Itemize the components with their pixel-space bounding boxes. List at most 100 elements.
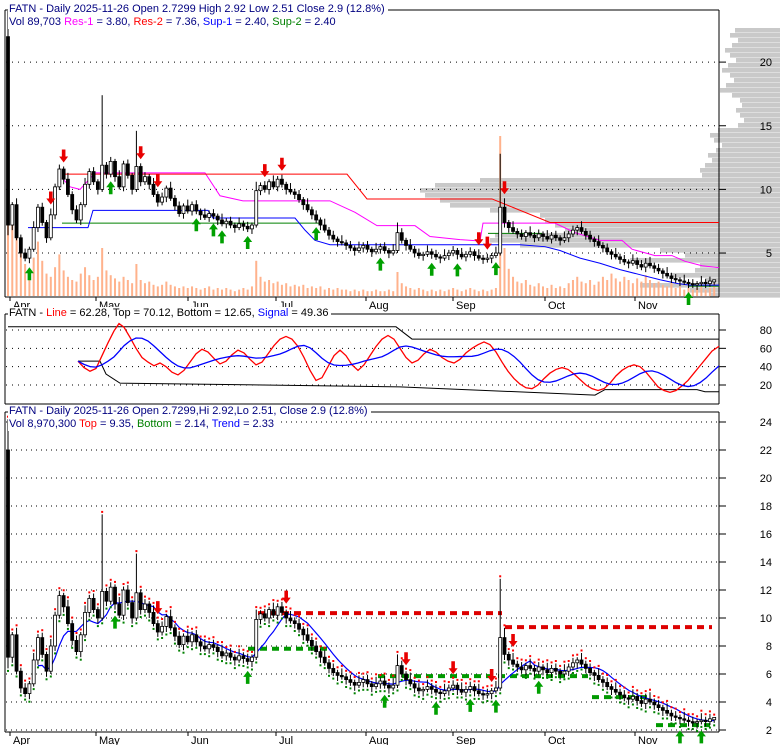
band-panel-title: FATN - Daily 2025-11-26 Open 2.7299,Hi 2… <box>8 405 371 431</box>
buy-arrow-icon <box>684 292 694 306</box>
svg-text:16: 16 <box>760 529 772 541</box>
svg-text:4: 4 <box>766 697 772 709</box>
legend-part: Res-2 <box>133 16 163 28</box>
price-panel-title-line1: FATN - Daily 2025-11-26 Open 2.7299 High… <box>8 3 388 16</box>
legend-part: = 7.36, <box>162 16 203 28</box>
buy-arrow-icon <box>380 694 390 708</box>
y-axis-labels: 80 60 40 20 <box>719 325 772 392</box>
candlestick-series <box>6 11 717 290</box>
legend-part: FATN - <box>9 307 47 319</box>
sell-arrow-icon <box>281 590 291 604</box>
band-chart[interactable]: 24 22 20 18 16 14 12 10 8 6 4 2 Apr May Jun Jul Aug Sep Oc… <box>0 408 780 745</box>
band-panel-legend: Vol 8,970,300 Top = 9.35, Bottom = 2.14,… <box>8 418 277 431</box>
svg-text:Oct: Oct <box>548 300 565 312</box>
buy-arrow-icon <box>106 181 116 195</box>
band-lines <box>248 611 712 728</box>
svg-text:May: May <box>99 735 120 745</box>
candlestick-series <box>6 415 717 733</box>
svg-text:60: 60 <box>760 343 772 355</box>
sell-arrow-icon <box>59 149 69 163</box>
buy-arrow-icon <box>534 680 544 694</box>
legend-part: = 2.14, <box>171 418 212 430</box>
svg-text:20: 20 <box>760 380 772 392</box>
svg-text:14: 14 <box>760 557 772 569</box>
svg-text:18: 18 <box>760 501 772 513</box>
charting-workspace: FATN - Daily 2025-11-26 Open 2.7299 High… <box>0 0 780 745</box>
svg-text:Jun: Jun <box>191 735 209 745</box>
svg-text:12: 12 <box>760 585 772 597</box>
buy-arrow-icon <box>191 218 201 232</box>
sell-arrow-icon <box>401 652 411 666</box>
buy-arrow-icon <box>24 267 34 281</box>
volume-profile <box>420 28 780 298</box>
legend-part: Sup-1 <box>202 16 233 28</box>
svg-text:20: 20 <box>760 57 772 69</box>
legend-part: Top <box>79 418 97 430</box>
svg-text:Nov: Nov <box>638 300 658 312</box>
svg-text:Sep: Sep <box>456 735 476 745</box>
svg-text:2: 2 <box>766 725 772 737</box>
svg-text:22: 22 <box>760 445 772 457</box>
buy-arrow-icon <box>491 699 501 713</box>
legend-part: Line <box>46 307 67 319</box>
oscillator-lines <box>8 322 720 396</box>
sell-arrow-icon <box>474 232 484 246</box>
legend-part: = 3.80, <box>93 16 134 28</box>
legend-part: = 62.28, Top = 70.12, Bottom = 12.65, <box>66 307 258 319</box>
buy-arrow-icon <box>243 236 253 250</box>
price-panel-legend: Vol 89,703 Res-1 = 3.80, Res-2 = 7.36, S… <box>8 16 339 29</box>
svg-text:Aug: Aug <box>369 300 389 312</box>
legend-part: Signal <box>257 307 289 319</box>
legend-part: = 2.40, <box>232 16 273 28</box>
buy-arrow-icon <box>243 670 253 684</box>
svg-text:15: 15 <box>760 121 772 133</box>
band-panel-title-line1: FATN - Daily 2025-11-26 Open 2.7299,Hi 2… <box>8 405 371 418</box>
svg-text:20: 20 <box>760 473 772 485</box>
trend-line <box>37 600 715 722</box>
buy-arrow-icon <box>452 263 462 277</box>
buy-arrow-icon <box>208 223 218 237</box>
svg-text:40: 40 <box>760 362 772 374</box>
svg-text:6: 6 <box>766 669 772 681</box>
sell-arrow-icon <box>508 634 518 647</box>
svg-text:5: 5 <box>766 248 772 260</box>
buy-arrow-icon <box>217 230 227 244</box>
svg-text:Aug: Aug <box>369 735 389 745</box>
legend-part: Trend <box>211 418 241 430</box>
svg-text:10: 10 <box>760 184 772 196</box>
svg-text:Apr: Apr <box>13 735 30 745</box>
legend-part: = 2.33 <box>240 418 274 430</box>
legend-part: Sup-2 <box>272 16 302 28</box>
legend-part: Vol 8,970,300 <box>9 418 80 430</box>
y-axis-labels: 24 22 20 18 16 14 12 10 8 6 4 2 <box>719 417 772 737</box>
legend-part: = 49.36 <box>288 307 329 319</box>
svg-text:24: 24 <box>760 417 772 429</box>
svg-text:Sep: Sep <box>456 300 476 312</box>
svg-text:8: 8 <box>766 641 772 653</box>
legend-part: = 9.35, <box>96 418 137 430</box>
legend-part: = 2.40 <box>301 16 336 28</box>
buy-arrow-icon <box>427 262 437 276</box>
sell-arrow-icon <box>448 661 458 675</box>
legend-part: Bottom <box>136 418 172 430</box>
svg-text:Oct: Oct <box>548 735 565 745</box>
sell-arrow-icon <box>277 157 287 171</box>
buy-arrow-icon <box>431 701 441 715</box>
svg-text:Jul: Jul <box>279 735 293 745</box>
buy-arrow-icon <box>491 262 501 276</box>
svg-text:10: 10 <box>760 613 772 625</box>
x-axis-months: Apr May Jun Jul Aug Sep Oct Nov <box>9 732 658 745</box>
oscillator-panel-legend: FATN - Line = 62.28, Top = 70.12, Bottom… <box>8 307 332 320</box>
legend-part: Vol 89,703 <box>9 16 65 28</box>
buy-arrow-icon <box>375 257 385 271</box>
oscillator-panel-title: FATN - Line = 62.28, Top = 70.12, Bottom… <box>8 307 332 320</box>
price-panel-title: FATN - Daily 2025-11-26 Open 2.7299 High… <box>8 3 388 29</box>
oscillator-chart[interactable]: 80 60 40 20 <box>0 312 780 408</box>
price-chart[interactable]: 2015105Apr May Jun Jul Aug Sep Oct Nov <box>0 0 780 312</box>
svg-text:Nov: Nov <box>638 735 658 745</box>
sell-arrow-icon <box>136 146 146 160</box>
svg-text:80: 80 <box>760 325 772 337</box>
legend-part: Res-1 <box>64 16 94 28</box>
sell-arrow-icon <box>260 164 270 178</box>
buy-arrow-icon <box>465 698 475 712</box>
